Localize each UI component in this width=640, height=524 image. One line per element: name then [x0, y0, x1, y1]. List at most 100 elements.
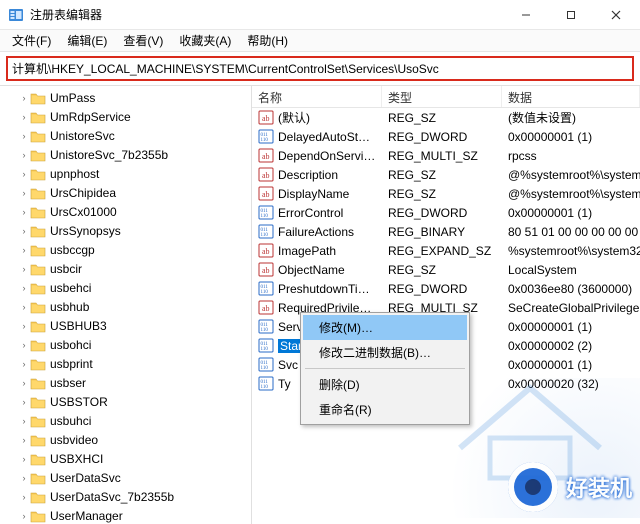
tree-item[interactable]: › usbhub — [0, 297, 251, 316]
chevron-right-icon[interactable]: › — [18, 378, 30, 388]
list-row[interactable]: ab(默认)REG_SZ(数值未设置) — [252, 108, 640, 127]
list-row[interactable]: abObjectNameREG_SZLocalSystem — [252, 260, 640, 279]
chevron-right-icon[interactable]: › — [18, 131, 30, 141]
registry-tree[interactable]: ›UmPass›UmRdpService›UnistoreSvc›Unistor… — [0, 86, 252, 524]
folder-icon — [30, 110, 46, 124]
tree-item[interactable]: › USBSTOR — [0, 392, 251, 411]
chevron-right-icon[interactable]: › — [18, 188, 30, 198]
chevron-right-icon[interactable]: › — [18, 321, 30, 331]
chevron-right-icon[interactable]: › — [18, 416, 30, 426]
list-row[interactable]: abImagePathREG_EXPAND_SZ%systemroot%\sys… — [252, 241, 640, 260]
svg-text:110: 110 — [261, 385, 269, 390]
folder-icon — [30, 167, 46, 181]
tree-item-label: USBSTOR — [50, 395, 108, 409]
chevron-right-icon[interactable]: › — [18, 511, 30, 521]
chevron-right-icon[interactable]: › — [18, 264, 30, 274]
list-row[interactable]: 011110DelayedAutoSt…REG_DWORD0x00000001 … — [252, 127, 640, 146]
value-data: 80 51 01 00 00 00 00 00 00 00 — [502, 225, 640, 239]
watermark-text: 好装机 — [566, 471, 632, 503]
tree-item[interactable]: ›UrsSynopsys — [0, 221, 251, 240]
chevron-right-icon[interactable]: › — [18, 245, 30, 255]
menu-view[interactable]: 查看(V) — [115, 30, 171, 51]
svg-text:110: 110 — [261, 347, 269, 352]
tree-item[interactable]: ›UmRdpService — [0, 107, 251, 126]
chevron-right-icon[interactable]: › — [18, 397, 30, 407]
chevron-right-icon[interactable]: › — [18, 150, 30, 160]
chevron-right-icon[interactable]: › — [18, 340, 30, 350]
value-data: 0x0036ee80 (3600000) — [502, 282, 640, 296]
list-row[interactable]: 011110PreshutdownTi…REG_DWORD0x0036ee80 … — [252, 279, 640, 298]
tree-item[interactable]: ›UserDataSvc — [0, 468, 251, 487]
chevron-right-icon[interactable]: › — [18, 302, 30, 312]
list-row[interactable]: abDisplayNameREG_SZ@%systemroot%\system3… — [252, 184, 640, 203]
value-list: 名称 类型 数据 ab(默认)REG_SZ(数值未设置) 011110 Delaye… — [252, 86, 640, 524]
col-type[interactable]: 类型 — [382, 86, 502, 107]
value-data: %systemroot%\system32\s — [502, 244, 640, 258]
col-data[interactable]: 数据 — [502, 86, 640, 107]
close-button[interactable] — [593, 0, 638, 30]
value-type: REG_DWORD — [382, 282, 502, 296]
tree-item-label: usbohci — [50, 338, 91, 352]
ctx-rename[interactable]: 重命名(R) — [303, 397, 467, 422]
value-data: LocalSystem — [502, 263, 640, 277]
chevron-right-icon[interactable]: › — [18, 283, 30, 293]
chevron-right-icon[interactable]: › — [18, 112, 30, 122]
context-menu: 修改(M)… 修改二进制数据(B)… 删除(D) 重命名(R) — [300, 312, 470, 425]
chevron-right-icon[interactable]: › — [18, 207, 30, 217]
chevron-right-icon[interactable]: › — [18, 435, 30, 445]
tree-item[interactable]: ›USBHUB3 — [0, 316, 251, 335]
tree-item[interactable]: ›UserDataSvc_7b2355b — [0, 487, 251, 506]
svg-text:110: 110 — [261, 233, 269, 238]
tree-item[interactable]: ›UmPass — [0, 88, 251, 107]
tree-item-label: UnistoreSvc_7b2355b — [50, 148, 168, 162]
value-name: DelayedAutoSt… — [278, 130, 370, 144]
tree-item[interactable]: › upnphost — [0, 164, 251, 183]
tree-item[interactable]: ›usbccgp — [0, 240, 251, 259]
chevron-right-icon[interactable]: › — [18, 93, 30, 103]
tree-item[interactable]: ›usbuhci — [0, 411, 251, 430]
list-row[interactable]: 011110FailureActionsREG_BINARY80 51 01 0… — [252, 222, 640, 241]
tree-item[interactable]: ›UnistoreSvc — [0, 126, 251, 145]
col-name[interactable]: 名称 — [252, 86, 382, 107]
string-value-icon: ab — [258, 186, 274, 201]
list-row[interactable]: abDescriptionREG_SZ@%systemroot%\system3… — [252, 165, 640, 184]
tree-item[interactable]: ›UserManager — [0, 506, 251, 524]
list-row[interactable]: abDependOnServi…REG_MULTI_SZrpcss — [252, 146, 640, 165]
chevron-right-icon[interactable]: › — [18, 359, 30, 369]
ctx-modify-binary[interactable]: 修改二进制数据(B)… — [303, 340, 467, 365]
list-row[interactable]: 011110ErrorControlREG_DWORD0x00000001 (1… — [252, 203, 640, 222]
tree-item-label: usbhub — [50, 300, 89, 314]
value-name: Ty — [278, 377, 291, 391]
chevron-right-icon[interactable]: › — [18, 226, 30, 236]
tree-item[interactable]: › usbprint — [0, 354, 251, 373]
chevron-right-icon[interactable]: › — [18, 473, 30, 483]
tree-item[interactable]: ›usbcir — [0, 259, 251, 278]
menu-file[interactable]: 文件(F) — [4, 30, 59, 51]
ctx-delete[interactable]: 删除(D) — [303, 372, 467, 397]
svg-text:110: 110 — [261, 366, 269, 371]
minimize-button[interactable] — [503, 0, 548, 30]
tree-item-label: usbprint — [50, 357, 93, 371]
menu-favorites[interactable]: 收藏夹(A) — [171, 30, 239, 51]
tree-item[interactable]: › usbohci — [0, 335, 251, 354]
binary-value-icon: 011110 — [258, 281, 274, 296]
menu-edit[interactable]: 编辑(E) — [59, 30, 115, 51]
chevron-right-icon[interactable]: › — [18, 492, 30, 502]
path-input[interactable]: 计算机\HKEY_LOCAL_MACHINE\SYSTEM\CurrentCon… — [6, 56, 634, 81]
chevron-right-icon[interactable]: › — [18, 454, 30, 464]
tree-item[interactable]: ›usbehci — [0, 278, 251, 297]
binary-value-icon: 011110 — [258, 129, 274, 144]
tree-item[interactable]: ›UrsCx01000 — [0, 202, 251, 221]
chevron-right-icon[interactable]: › — [18, 169, 30, 179]
menu-help[interactable]: 帮助(H) — [239, 30, 296, 51]
tree-item[interactable]: ›USBXHCI — [0, 449, 251, 468]
tree-item[interactable]: › UnistoreSvc_7b2355b — [0, 145, 251, 164]
svg-text:ab: ab — [262, 247, 270, 256]
tree-item[interactable]: ›usbvideo — [0, 430, 251, 449]
maximize-button[interactable] — [548, 0, 593, 30]
tree-item-label: upnphost — [50, 167, 99, 181]
tree-item[interactable]: ›UrsChipidea — [0, 183, 251, 202]
ctx-modify[interactable]: 修改(M)… — [303, 315, 467, 340]
tree-item[interactable]: ›usbser — [0, 373, 251, 392]
binary-value-icon: 011110 — [258, 338, 274, 353]
